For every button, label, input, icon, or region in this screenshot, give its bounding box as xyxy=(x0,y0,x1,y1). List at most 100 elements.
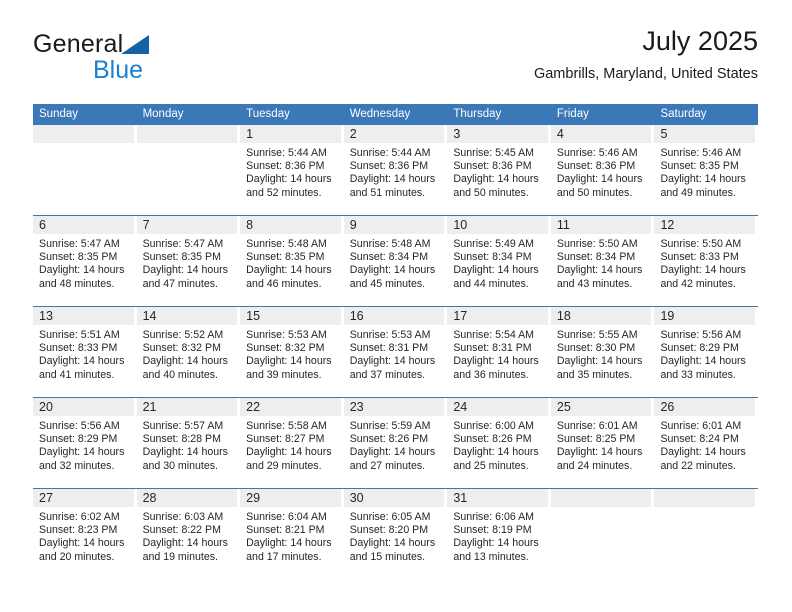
day-cell[interactable]: 5 Sunrise: 5:46 AM Sunset: 8:35 PM Daylight… xyxy=(654,125,758,215)
sunrise-text: Sunrise: 5:44 AM xyxy=(246,147,327,159)
general-blue-logo[interactable]: General Blue xyxy=(33,32,273,88)
day-number: 31 xyxy=(447,489,548,507)
sunrise-text: Sunrise: 6:03 AM xyxy=(142,511,224,523)
day-cell[interactable]: 3 Sunrise: 5:45 AM Sunset: 8:36 PM Daylight… xyxy=(447,125,551,215)
daylight-text: Daylight: 14 hours xyxy=(142,355,228,368)
daylight-text: and 27 minutes. xyxy=(349,459,426,472)
sunset-text: Sunset: 8:19 PM xyxy=(453,524,532,537)
day-number: 8 xyxy=(240,216,341,234)
sunset-text: Sunset: 8:36 PM xyxy=(246,160,325,173)
day-number: 15 xyxy=(240,307,341,325)
day-cell[interactable]: 31 Sunrise: 6:06 AM Sunset: 8:19 PM Dayligh… xyxy=(447,489,551,579)
weekday-header-monday: Monday xyxy=(142,108,184,120)
day-details: Sunrise: 5:47 AM Sunset: 8:35 PM Daylight:… xyxy=(137,234,241,291)
daylight-text: Daylight: 14 hours xyxy=(39,355,125,368)
daylight-text: and 25 minutes. xyxy=(453,459,529,472)
day-details: Sunrise: 6:05 AM Sunset: 8:20 PM Daylight:… xyxy=(344,507,448,564)
day-cell[interactable]: 10 Sunrise: 5:49 AM Sunset: 8:34 PM Dayligh… xyxy=(447,216,551,306)
sunrise-text: Sunrise: 5:51 AM xyxy=(39,329,120,341)
day-cell[interactable]: 26 Sunrise: 6:01 AM Sunset: 8:24 PM Dayligh… xyxy=(654,398,758,488)
day-cell[interactable]: 15 Sunrise: 5:53 AM Sunset: 8:32 PM Dayligh… xyxy=(240,307,344,397)
day-details: Sunrise: 5:45 AM Sunset: 8:36 PM Daylight:… xyxy=(447,143,551,200)
sunset-text: Sunset: 8:29 PM xyxy=(660,342,739,355)
sunrise-text: Sunrise: 5:47 AM xyxy=(39,238,120,250)
day-number: 9 xyxy=(343,216,445,234)
day-number xyxy=(654,489,756,507)
day-cell[interactable]: 12 Sunrise: 5:50 AM Sunset: 8:33 PM Dayligh… xyxy=(654,216,758,306)
sunset-text: Sunset: 8:27 PM xyxy=(246,433,325,446)
page-title: July 2025 xyxy=(642,26,758,56)
day-details: Sunrise: 5:44 AM Sunset: 8:36 PM Daylight:… xyxy=(344,143,448,200)
day-cell[interactable]: 4 Sunrise: 5:46 AM Sunset: 8:36 PM Daylight… xyxy=(550,125,655,215)
sunrise-text: Sunrise: 5:52 AM xyxy=(142,329,224,341)
day-number: 12 xyxy=(654,216,756,234)
day-cell[interactable]: 27 Sunrise: 6:02 AM Sunset: 8:23 PM Dayligh… xyxy=(33,489,137,579)
sunrise-text: Sunrise: 6:01 AM xyxy=(556,420,638,432)
sunset-text: Sunset: 8:22 PM xyxy=(142,524,221,537)
daylight-text: and 36 minutes. xyxy=(453,368,529,381)
day-cell[interactable]: 9 Sunrise: 5:48 AM Sunset: 8:34 PM Daylight… xyxy=(343,216,448,306)
sunrise-text: Sunrise: 5:57 AM xyxy=(142,420,224,432)
day-cell[interactable]: 28 Sunrise: 6:03 AM Sunset: 8:22 PM Dayligh… xyxy=(136,489,241,579)
weekday-header-wednesday: Wednesday xyxy=(349,108,411,120)
day-cell[interactable]: 30 Sunrise: 6:05 AM Sunset: 8:20 PM Dayligh… xyxy=(343,489,448,579)
daylight-text: Daylight: 14 hours xyxy=(246,173,332,186)
weekday-header-friday: Friday xyxy=(556,108,589,120)
daylight-text: Daylight: 14 hours xyxy=(453,537,539,550)
day-cell[interactable]: 24 Sunrise: 6:00 AM Sunset: 8:26 PM Dayligh… xyxy=(447,398,551,488)
daylight-text: and 22 minutes. xyxy=(660,459,736,472)
weekday-header-row: Sunday Monday Tuesday Wednesday Thursday Frid… xyxy=(33,104,758,125)
day-cell[interactable]: 23 Sunrise: 5:59 AM Sunset: 8:26 PM Dayligh… xyxy=(343,398,448,488)
daylight-text: and 46 minutes. xyxy=(246,277,322,290)
day-cell[interactable]: 19 Sunrise: 5:56 AM Sunset: 8:29 PM Dayligh… xyxy=(654,307,758,397)
day-cell[interactable]: 14 Sunrise: 5:52 AM Sunset: 8:32 PM Dayligh… xyxy=(136,307,241,397)
day-cell[interactable]: 21 Sunrise: 5:57 AM Sunset: 8:28 PM Dayligh… xyxy=(136,398,241,488)
weekday-header-thursday: Thursday xyxy=(453,108,502,120)
day-details: Sunrise: 5:53 AM Sunset: 8:31 PM Daylight:… xyxy=(344,325,448,382)
day-number: 13 xyxy=(33,307,134,325)
sunset-text: Sunset: 8:33 PM xyxy=(660,251,739,264)
daylight-text: and 37 minutes. xyxy=(349,368,426,381)
daylight-text: Daylight: 14 hours xyxy=(39,264,125,277)
day-details: Sunrise: 6:00 AM Sunset: 8:26 PM Daylight:… xyxy=(447,416,551,473)
day-cell[interactable]: 2 Sunrise: 5:44 AM Sunset: 8:36 PM Daylight… xyxy=(343,125,448,215)
day-number: 30 xyxy=(343,489,445,507)
daylight-text: and 43 minutes. xyxy=(556,277,633,290)
day-cell[interactable]: 17 Sunrise: 5:54 AM Sunset: 8:31 PM Dayligh… xyxy=(447,307,551,397)
day-details: Sunrise: 6:03 AM Sunset: 8:22 PM Daylight:… xyxy=(137,507,241,564)
day-cell[interactable]: 8 Sunrise: 5:48 AM Sunset: 8:35 PM Daylight… xyxy=(240,216,344,306)
day-cell[interactable]: 7 Sunrise: 5:47 AM Sunset: 8:35 PM Daylight… xyxy=(136,216,241,306)
day-cell[interactable]: 16 Sunrise: 5:53 AM Sunset: 8:31 PM Dayligh… xyxy=(343,307,448,397)
sunset-text: Sunset: 8:35 PM xyxy=(246,251,325,264)
day-cell[interactable]: 22 Sunrise: 5:58 AM Sunset: 8:27 PM Dayligh… xyxy=(240,398,344,488)
day-number: 14 xyxy=(136,307,238,325)
day-number: 26 xyxy=(654,398,756,416)
sunset-text: Sunset: 8:35 PM xyxy=(39,251,118,264)
sunset-text: Sunset: 8:31 PM xyxy=(453,342,532,355)
sunset-text: Sunset: 8:32 PM xyxy=(246,342,325,355)
title-block: July 2025 Gambrills, Maryland, United St… xyxy=(534,26,758,83)
daylight-text: and 50 minutes. xyxy=(453,186,529,199)
day-cell[interactable]: 20 Sunrise: 5:56 AM Sunset: 8:29 PM Dayligh… xyxy=(33,398,137,488)
daylight-text: Daylight: 14 hours xyxy=(246,446,332,459)
sunset-text: Sunset: 8:36 PM xyxy=(556,160,636,173)
day-cell[interactable]: 6 Sunrise: 5:47 AM Sunset: 8:35 PM Daylight… xyxy=(33,216,137,306)
day-cell[interactable]: 18 Sunrise: 5:55 AM Sunset: 8:30 PM Dayligh… xyxy=(550,307,655,397)
day-details: Sunrise: 5:51 AM Sunset: 8:33 PM Daylight:… xyxy=(33,325,137,382)
day-number: 21 xyxy=(136,398,238,416)
day-number: 5 xyxy=(654,125,756,143)
day-number: 23 xyxy=(343,398,445,416)
daylight-text: and 48 minutes. xyxy=(39,277,115,290)
day-cell[interactable]: 13 Sunrise: 5:51 AM Sunset: 8:33 PM Dayligh… xyxy=(33,307,137,397)
day-number: 18 xyxy=(550,307,652,325)
day-number: 24 xyxy=(447,398,548,416)
sunrise-text: Sunrise: 6:00 AM xyxy=(453,420,534,432)
day-number: 20 xyxy=(33,398,134,416)
day-details: Sunrise: 5:46 AM Sunset: 8:36 PM Daylight:… xyxy=(551,143,655,200)
day-cell[interactable]: 1 Sunrise: 5:44 AM Sunset: 8:36 PM Daylight… xyxy=(240,125,344,215)
day-details: Sunrise: 5:55 AM Sunset: 8:30 PM Daylight:… xyxy=(551,325,655,382)
day-cell[interactable]: 11 Sunrise: 5:50 AM Sunset: 8:34 PM Dayligh… xyxy=(550,216,655,306)
daylight-text: and 13 minutes. xyxy=(453,550,529,563)
day-cell[interactable]: 25 Sunrise: 6:01 AM Sunset: 8:25 PM Dayligh… xyxy=(550,398,655,488)
day-cell[interactable]: 29 Sunrise: 6:04 AM Sunset: 8:21 PM Dayligh… xyxy=(240,489,344,579)
